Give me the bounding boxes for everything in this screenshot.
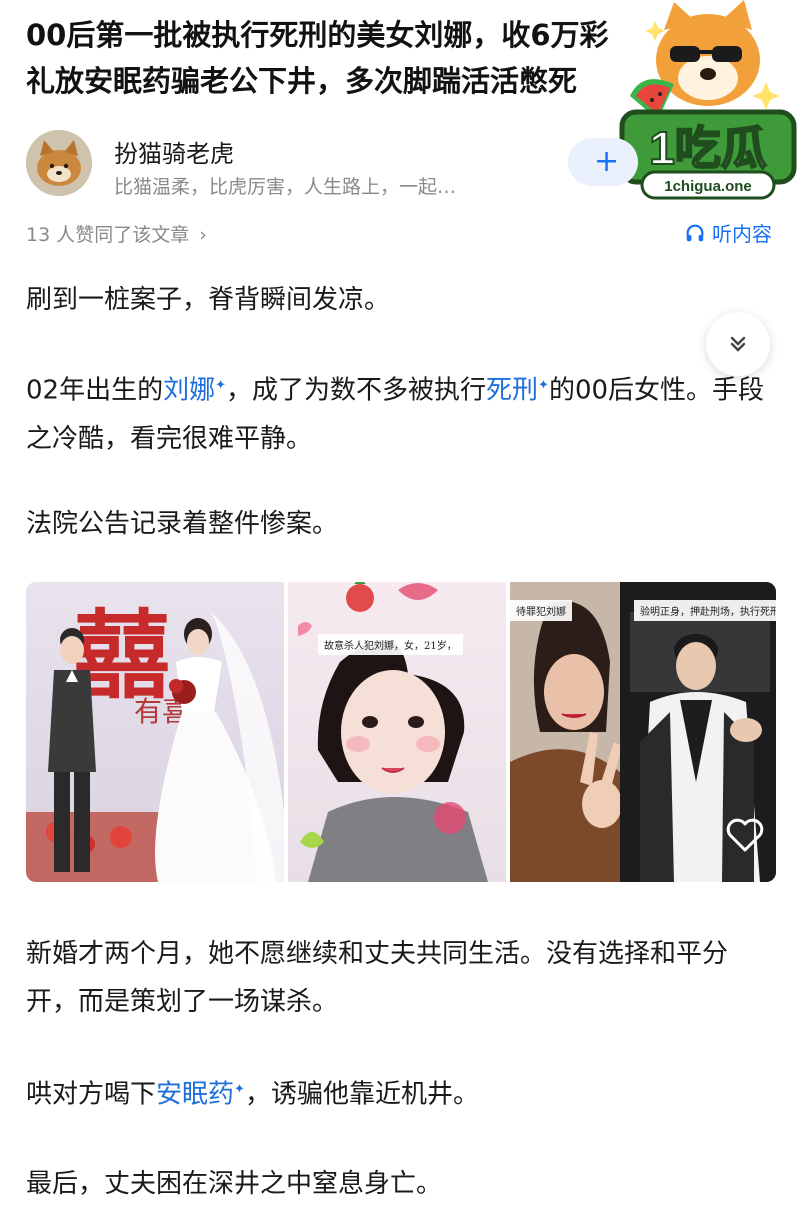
listen-label: 听内容 — [712, 222, 772, 246]
paragraph-4: 新婚才两个月，她不愿继续和丈夫共同生活。没有选择和平分开，而是策划了一场谋杀。 — [26, 939, 729, 1017]
avatar[interactable] — [26, 130, 92, 196]
article-image[interactable]: 囍 有喜 故意杀人犯刘娜，女，21岁， 待罪犯刘娜 验明正身，押赴刑场，执行死刑… — [26, 582, 776, 882]
heart-icon[interactable] — [724, 816, 766, 854]
paragraph-2-text-a: 02年出生的 — [26, 375, 164, 406]
article-title: 00后第一批被执行死刑的美女刘娜，收6万彩礼放安眠药骗老公下井，多次脚踹活活憋死 — [26, 18, 609, 98]
follow-button[interactable]: + — [568, 138, 638, 186]
sparkle-icon: ✦ — [234, 1082, 245, 1097]
double-chevron-down-icon — [730, 336, 746, 352]
keyword-link-death-penalty[interactable]: 死刑 — [486, 376, 538, 406]
keyword-link-liuna[interactable]: 刘娜 — [163, 376, 215, 406]
author-bio: 比猫温柔，比虎厉害，人生路上，一起… — [114, 176, 457, 198]
image-panel-wedding: 囍 有喜 — [26, 582, 284, 882]
paragraph-5-text-b: ，诱骗他靠近机井。 — [244, 1079, 479, 1110]
keyword-link-sleeping-pills[interactable]: 安眠药 — [156, 1080, 234, 1110]
sparkle-icon: ✦ — [215, 378, 227, 393]
paragraph-5: 哄对方喝下安眠药✦，诱骗他靠近机井。 — [26, 1066, 766, 1119]
watermark-logo: 1吃瓜 1chigua.one — [619, 0, 797, 200]
image-caption-2: 待罪犯刘娜 — [510, 600, 572, 621]
image-caption-1: 故意杀人犯刘娜，女，21岁， — [318, 634, 463, 655]
watermark-domain: 1chigua.one — [664, 178, 752, 195]
paragraph-5-text-a: 哄对方喝下 — [26, 1079, 157, 1110]
listen-button[interactable]: 听内容 — [684, 218, 772, 247]
chevron-right-icon: › — [199, 224, 207, 246]
watermark-brand: 1吃瓜 — [649, 122, 767, 174]
author-name[interactable]: 扮猫骑老虎 — [114, 134, 234, 169]
headphones-icon — [686, 224, 704, 241]
paragraph-6: 最后，丈夫困在深井之中窒息身亡。 — [26, 1169, 443, 1199]
paragraph-2: 02年出生的刘娜✦，成了为数不多被执行死刑✦的00后女性。手段之冷酷，看完很难平… — [26, 362, 766, 463]
author-row: 扮猫骑老虎 比猫温柔，比虎厉害，人生路上，一起… — [26, 130, 586, 198]
image-panel-car: 待罪犯刘娜 验明正身，押赴刑场，执行死刑。 — [510, 582, 776, 882]
paragraph-3: 法院公告记录着整件惨案。 — [26, 509, 339, 539]
likes-count[interactable]: 13 人赞同了该文章 › — [26, 220, 207, 247]
paragraph-2-text-b: ，成了为数不多被执行 — [226, 375, 487, 406]
sparkle-icon: ✦ — [538, 378, 549, 393]
likes-text: 13 人赞同了该文章 — [26, 224, 190, 246]
image-caption-3: 验明正身，押赴刑场，执行死刑。 — [634, 600, 776, 621]
image-panel-selfie: 故意杀人犯刘娜，女，21岁， — [288, 582, 506, 882]
paragraph-1: 刷到一桩案子，脊背瞬间发凉。 — [26, 285, 391, 315]
